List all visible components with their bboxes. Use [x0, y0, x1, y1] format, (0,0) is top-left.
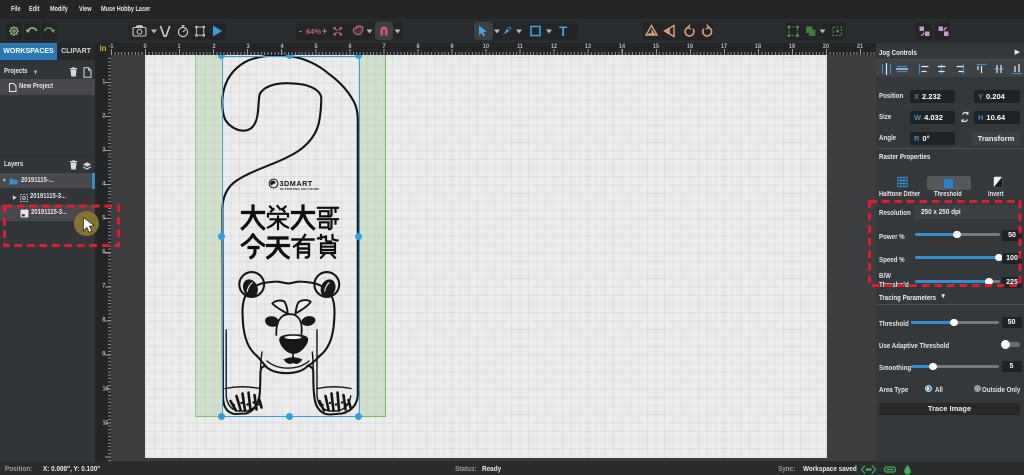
svg-text:T: T	[559, 24, 568, 39]
svg-text:64%: 64%	[306, 27, 321, 36]
svg-text:+: +	[322, 26, 327, 36]
svg-text:-: -	[299, 26, 302, 36]
